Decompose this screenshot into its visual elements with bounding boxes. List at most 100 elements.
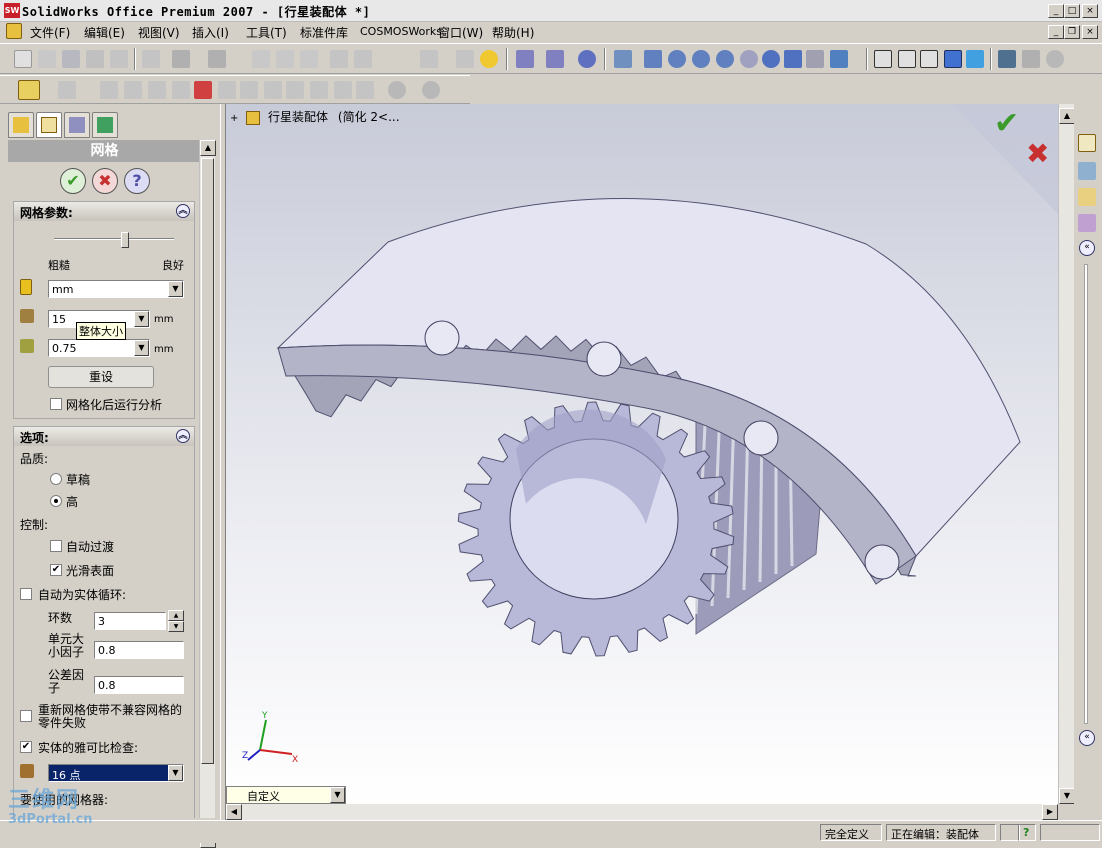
component-icon[interactable]	[420, 50, 438, 68]
zoom-to-fit-icon[interactable]	[644, 50, 662, 68]
undo-icon[interactable]	[172, 50, 190, 68]
jacobian-checkbox[interactable]: ✔	[20, 741, 32, 753]
zoom-in-out-icon[interactable]	[692, 50, 710, 68]
loops-field[interactable]: 3	[94, 612, 166, 630]
doc-close-button[interactable]: ×	[1082, 25, 1098, 39]
chevron-down-icon[interactable]: ▼	[134, 311, 149, 327]
viewport-hscroll[interactable]: ◀ ▶	[226, 804, 1058, 820]
open-icon[interactable]	[38, 50, 56, 68]
chevron-down-icon[interactable]: ▼	[134, 340, 149, 356]
menu-file[interactable]: 文件(F)	[30, 24, 70, 41]
menu-cosmosworks[interactable]: COSMOSWorks	[360, 25, 442, 38]
cancel-corner-icon[interactable]: ✖	[1026, 137, 1049, 170]
hidden-lines-visible-icon[interactable]	[898, 50, 916, 68]
scroll-down-icon[interactable]: ▼	[1059, 788, 1075, 804]
home-icon[interactable]	[1078, 134, 1096, 152]
collapse-icon[interactable]: ︽	[176, 429, 190, 443]
rotate-component-icon[interactable]	[124, 81, 142, 99]
view-palette-icon[interactable]	[1078, 214, 1096, 232]
options-icon[interactable]	[354, 50, 372, 68]
axis-icon[interactable]	[546, 50, 564, 68]
chevron-down-icon[interactable]: ▼	[168, 765, 183, 781]
interference-icon[interactable]	[194, 81, 212, 99]
unit-select[interactable]: mm ▼	[48, 280, 184, 298]
plane-icon[interactable]	[516, 50, 534, 68]
select-icon[interactable]	[252, 50, 270, 68]
tolerance-field[interactable]: 0.75 ▼	[48, 339, 150, 357]
expand-pane-icon[interactable]: «	[1079, 730, 1095, 746]
doc-minimize-button[interactable]: _	[1048, 25, 1064, 39]
maximize-button[interactable]: □	[1064, 4, 1080, 18]
stepper-down-icon[interactable]: ▼	[168, 621, 184, 632]
chevron-down-icon[interactable]: ▼	[168, 281, 183, 297]
hole-series-icon[interactable]	[218, 81, 236, 99]
view-orientation-icon[interactable]	[806, 50, 824, 68]
menu-tools[interactable]: 工具(T)	[246, 24, 287, 41]
doc-restore-button[interactable]: ❐	[1064, 25, 1080, 39]
rebuild-icon[interactable]	[300, 50, 318, 68]
gear-icon[interactable]	[422, 81, 440, 99]
collapse-icon[interactable]: ︽	[176, 204, 190, 218]
simulation-icon[interactable]	[264, 81, 282, 99]
view-select[interactable]: 自定义 ▼	[226, 786, 346, 804]
new-icon[interactable]	[14, 50, 32, 68]
status-help-icon[interactable]: ?	[1018, 824, 1036, 841]
file-explorer-icon[interactable]	[1078, 188, 1096, 206]
help-icon[interactable]	[480, 50, 498, 68]
draft-radio[interactable]	[50, 473, 62, 485]
collapse-pane-icon[interactable]: «	[1079, 240, 1095, 256]
point-icon[interactable]	[578, 50, 596, 68]
tab-cosmos-manager[interactable]	[92, 112, 118, 138]
section-view-icon[interactable]	[1022, 50, 1040, 68]
redo-icon[interactable]	[208, 50, 226, 68]
stepper-up-icon[interactable]: ▲	[168, 610, 184, 621]
zoom-selection-icon[interactable]	[716, 50, 734, 68]
chevron-down-icon[interactable]: ▼	[330, 787, 345, 803]
grid-icon[interactable]	[330, 50, 348, 68]
scroll-right-icon[interactable]: ▶	[1042, 804, 1058, 820]
ok-button[interactable]: ✔	[60, 168, 86, 194]
wireframe-icon[interactable]	[874, 50, 892, 68]
print-preview-icon[interactable]	[110, 50, 128, 68]
element-factor-field[interactable]: 0.8	[94, 641, 184, 659]
menu-view[interactable]: 视图(V)	[138, 24, 180, 41]
tab-configuration-manager[interactable]	[64, 112, 90, 138]
shaded-edges-icon[interactable]	[944, 50, 962, 68]
realview-icon[interactable]	[1046, 50, 1064, 68]
auto-transition-checkbox[interactable]	[50, 540, 62, 552]
smart-fasteners-icon[interactable]	[148, 81, 166, 99]
collision-icon[interactable]	[334, 81, 352, 99]
mesh-density-slider[interactable]	[54, 232, 174, 248]
close-button[interactable]: ×	[1082, 4, 1098, 18]
assembly-feature-icon[interactable]	[240, 81, 258, 99]
edit-component-icon[interactable]	[356, 81, 374, 99]
zoom-area-icon[interactable]	[668, 50, 686, 68]
menu-insert[interactable]: 插入(I)	[192, 24, 229, 41]
scroll-up-icon[interactable]: ▲	[1059, 108, 1075, 124]
auto-loop-checkbox[interactable]	[20, 588, 32, 600]
shadows-icon[interactable]	[998, 50, 1016, 68]
scroll-up-icon[interactable]: ▲	[200, 140, 216, 156]
tolerance-factor-field[interactable]: 0.8	[94, 676, 184, 694]
slider-thumb[interactable]	[121, 232, 130, 248]
mesh-parameters-header[interactable]: 网格参数: ︽	[14, 202, 194, 221]
smooth-surface-checkbox[interactable]: ✔	[50, 564, 62, 576]
loops-stepper[interactable]: ▲ ▼	[168, 610, 184, 632]
tab-property-manager[interactable]	[36, 112, 62, 138]
pan-icon[interactable]	[784, 50, 802, 68]
appearance-icon[interactable]	[388, 81, 406, 99]
mate-icon[interactable]	[58, 81, 76, 99]
rotate-icon[interactable]	[762, 50, 780, 68]
jacobian-points-select[interactable]: 16 点 ▼	[48, 764, 184, 782]
smart-mates-icon[interactable]	[286, 81, 304, 99]
insert-component-icon[interactable]	[18, 80, 40, 100]
show-hidden-icon[interactable]	[310, 81, 328, 99]
save-icon[interactable]	[62, 50, 80, 68]
graphics-viewport[interactable]: + 行星装配体 (简化 2<... ✔ ✖ Y X Z 自定义 ▼	[226, 104, 1058, 804]
help-button[interactable]: ?	[124, 168, 150, 194]
panel-scrollbar[interactable]: ▲ ▼	[199, 140, 216, 848]
cut-icon[interactable]	[142, 50, 160, 68]
move-component-icon[interactable]	[100, 81, 118, 99]
minimize-button[interactable]: _	[1048, 4, 1064, 18]
tab-feature-manager[interactable]	[8, 112, 34, 138]
